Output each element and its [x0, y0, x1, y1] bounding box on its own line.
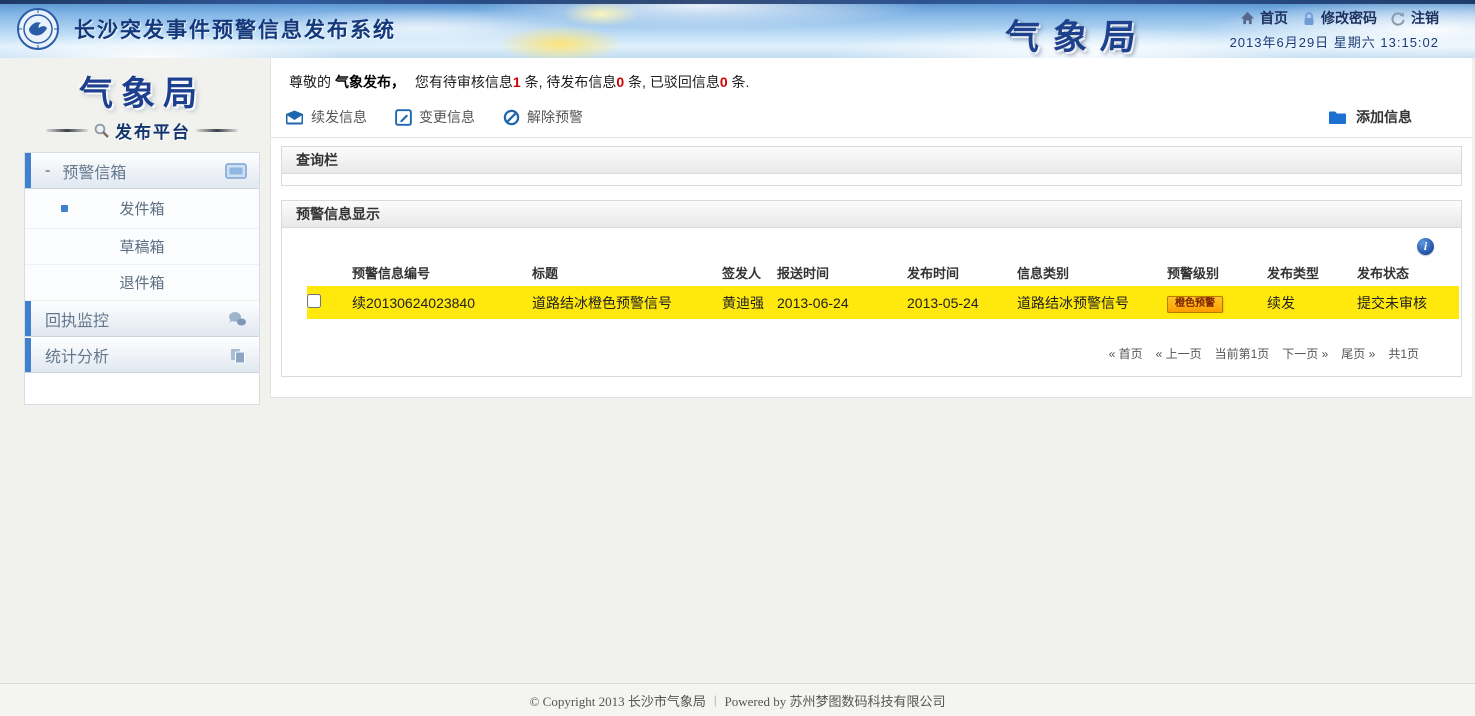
pagination-current: 当前第1页	[1215, 345, 1270, 362]
current-user: 气象发布，	[335, 74, 405, 90]
col-header-report-time: 报送时间	[777, 263, 907, 282]
decorative-dash-right	[196, 129, 238, 132]
col-header-level: 预警级别	[1167, 263, 1267, 282]
copyright-text: © Copyright 2013 长沙市气象局	[530, 691, 706, 710]
bureau-logo	[16, 7, 60, 51]
change-password-link[interactable]: 修改密码	[1302, 8, 1377, 28]
menu-accent-bar	[25, 301, 31, 336]
footer-separator: |	[714, 692, 717, 708]
remove-warning-button[interactable]: 解除预警	[503, 107, 583, 127]
page-footer: © Copyright 2013 长沙市气象局 | Powered by 苏州梦…	[0, 683, 1475, 716]
pending-publish-count: 0	[616, 74, 624, 90]
main-content: 尊敬的气象发布， 您有待审核信息1 条, 待发布信息0 条, 已驳回信息0 条.…	[270, 58, 1473, 398]
pending-review-count: 1	[513, 74, 521, 90]
col-header-status: 发布状态	[1357, 263, 1459, 282]
cell-status: 提交未审核	[1357, 293, 1459, 313]
receipt-monitor-icon	[227, 311, 247, 327]
greeting-message: 尊敬的气象发布， 您有待审核信息1 条, 待发布信息0 条, 已驳回信息0 条.	[271, 58, 1472, 96]
sidebar-item-warning-mailbox[interactable]: - 预警信箱	[25, 153, 259, 189]
warning-table: 预警信息编号 标题 签发人 报送时间 发布时间 信息类别 预警级别 发布类型 发…	[307, 258, 1459, 319]
sidebar-item-outbox[interactable]: 发件箱	[25, 189, 259, 229]
toolbar: 续发信息 变更信息 解除预警	[271, 96, 1472, 138]
pagination-last[interactable]: 尾页 »	[1341, 345, 1375, 362]
row-checkbox[interactable]	[307, 294, 321, 308]
lock-icon	[1302, 11, 1316, 26]
logout-link[interactable]: 注销	[1391, 8, 1439, 28]
home-link[interactable]: 首页	[1240, 8, 1288, 28]
brand-title: 气象局	[1003, 9, 1151, 60]
pagination-total: 共1页	[1388, 345, 1419, 362]
top-header-banner: 长沙突发事件预警信息发布系统 气象局 首页 修改密码	[0, 0, 1475, 58]
folder-icon	[1328, 110, 1347, 125]
system-title: 长沙突发事件预警信息发布系统	[74, 14, 396, 44]
sidebar-item-statistics[interactable]: 统计分析	[25, 337, 259, 373]
warning-display-panel: 预警信息显示 i 预警信息编号 标题 签发人 报送时间 发布时间 信息类别 预警…	[281, 200, 1462, 377]
header-nav: 首页 修改密码 注销	[1230, 8, 1439, 28]
top-decoration-strip	[0, 0, 1475, 4]
info-icon[interactable]: i	[1417, 238, 1434, 255]
col-header-publish-type: 发布类型	[1267, 263, 1357, 282]
table-header-row: 预警信息编号 标题 签发人 报送时间 发布时间 信息类别 预警级别 发布类型 发…	[307, 258, 1459, 286]
col-header-signer: 签发人	[722, 263, 777, 282]
resend-envelope-icon	[285, 110, 304, 125]
col-header-id: 预警信息编号	[352, 263, 532, 282]
sidebar-item-drafts[interactable]: 草稿箱	[25, 229, 259, 265]
datetime-display: 2013年6月29日 星期六 13:15:02	[1230, 32, 1439, 51]
sidebar-logo-subtitle: 发布平台	[115, 118, 191, 143]
cell-report-time: 2013-06-24	[777, 295, 907, 311]
cell-warning-id: 续20130624023840	[352, 293, 532, 313]
cell-title: 道路结冰橙色预警信号	[532, 293, 722, 313]
query-panel-header[interactable]: 查询栏	[282, 147, 1461, 174]
pagination-prev[interactable]: « 上一页	[1156, 345, 1202, 362]
cancel-warning-icon	[503, 109, 520, 126]
table-row[interactable]: 续20130624023840 道路结冰橙色预警信号 黄迪强 2013-06-2…	[307, 286, 1459, 319]
cell-publish-time: 2013-05-24	[907, 295, 1017, 311]
pagination-first[interactable]: « 首页	[1109, 345, 1143, 362]
pagination-next[interactable]: 下一页 »	[1282, 345, 1328, 362]
decorative-dash-left	[46, 129, 88, 132]
rejected-count: 0	[720, 74, 728, 90]
sidebar-item-returned[interactable]: 退件箱	[25, 265, 259, 301]
query-panel-body	[282, 174, 1461, 185]
resend-info-button[interactable]: 续发信息	[285, 107, 367, 127]
sidebar-logo-title: 气象局	[24, 66, 260, 115]
cell-signer: 黄迪强	[722, 293, 777, 313]
edit-icon	[395, 109, 412, 126]
add-info-button[interactable]: 添加信息	[1328, 107, 1412, 127]
change-info-button[interactable]: 变更信息	[395, 107, 475, 127]
powered-by-text: Powered by 苏州梦图数码科技有限公司	[724, 691, 945, 710]
search-icon	[93, 122, 110, 139]
col-header-title: 标题	[532, 263, 722, 282]
cell-publish-type: 续发	[1267, 293, 1357, 313]
display-panel-header: 预警信息显示	[282, 201, 1461, 228]
logout-refresh-icon	[1391, 11, 1406, 26]
home-icon	[1240, 11, 1255, 25]
sidebar: 气象局 发布平台 - 预警信箱	[24, 58, 260, 405]
warning-level-badge: 橙色预警	[1167, 296, 1223, 313]
col-header-publish-time: 发布时间	[907, 263, 1017, 282]
menu-accent-bar	[25, 153, 31, 188]
sidebar-logo: 气象局 发布平台	[24, 58, 260, 143]
statistics-icon	[229, 347, 247, 364]
sidebar-menu: - 预警信箱 发件箱 草稿箱 退件箱 回执监控	[24, 152, 260, 405]
bullet-icon	[61, 205, 68, 212]
pagination: « 首页 « 上一页 当前第1页 下一页 » 尾页 » 共1页	[282, 319, 1461, 362]
mailbox-icon	[225, 163, 247, 179]
sidebar-item-receipt-monitor[interactable]: 回执监控	[25, 301, 259, 337]
collapse-indicator: -	[45, 162, 50, 180]
col-header-category: 信息类别	[1017, 263, 1167, 282]
menu-accent-bar	[25, 338, 31, 372]
query-panel: 查询栏	[281, 146, 1462, 186]
cell-category: 道路结冰预警信号	[1017, 293, 1167, 313]
